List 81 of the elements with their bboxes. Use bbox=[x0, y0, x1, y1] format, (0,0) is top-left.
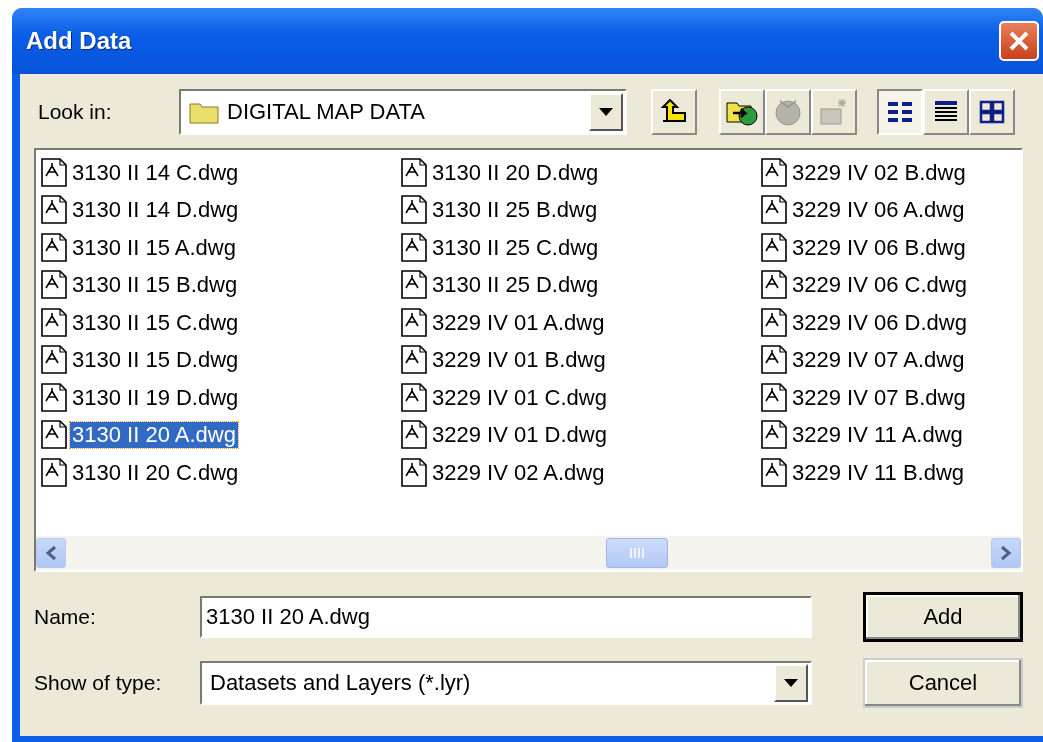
name-field[interactable]: 3130 II 20 A.dwg bbox=[200, 596, 812, 638]
file-item[interactable]: 3130 II 25 C.dwg bbox=[400, 229, 760, 267]
file-item[interactable]: 3229 IV 01 C.dwg bbox=[400, 379, 760, 417]
file-item[interactable]: 3130 II 20 A.dwg bbox=[40, 416, 400, 454]
close-button[interactable] bbox=[999, 21, 1039, 61]
file-item[interactable]: 3130 II 20 D.dwg bbox=[400, 154, 760, 192]
drawing-file-icon bbox=[760, 270, 788, 301]
file-item[interactable]: 3130 II 15 A.dwg bbox=[40, 229, 400, 267]
close-icon bbox=[1008, 30, 1030, 52]
drawing-file-icon bbox=[400, 157, 428, 188]
add-button[interactable]: Add bbox=[863, 592, 1023, 642]
grip-icon bbox=[629, 548, 645, 558]
drawing-file-icon bbox=[400, 457, 428, 488]
drawing-file-icon bbox=[40, 270, 68, 301]
drawing-file-icon bbox=[760, 345, 788, 376]
file-item[interactable]: 3229 IV 01 D.dwg bbox=[400, 416, 760, 454]
window-title: Add Data bbox=[26, 27, 132, 55]
dropdown-button[interactable] bbox=[774, 664, 808, 702]
file-item[interactable]: 3130 II 14 D.dwg bbox=[40, 191, 400, 229]
drawing-file-icon bbox=[760, 307, 788, 338]
drawing-file-icon bbox=[760, 420, 788, 451]
file-item[interactable]: 3229 IV 02 B.dwg bbox=[760, 154, 1043, 192]
drawing-file-icon bbox=[760, 232, 788, 263]
file-item[interactable]: 3130 II 20 C.dwg bbox=[40, 454, 400, 492]
file-item[interactable]: 3229 IV 06 B.dwg bbox=[760, 229, 1043, 267]
file-item[interactable]: 3229 IV 01 A.dwg bbox=[400, 304, 760, 342]
look-in-dropdown[interactable]: DIGITAL MAP DATA bbox=[179, 89, 627, 135]
drawing-file-icon bbox=[400, 307, 428, 338]
up-folder-icon bbox=[659, 99, 689, 125]
scroll-right-button[interactable] bbox=[991, 538, 1021, 568]
drawing-file-icon bbox=[760, 457, 788, 488]
drawing-file-icon bbox=[40, 345, 68, 376]
scroll-left-button[interactable] bbox=[36, 538, 66, 568]
dropdown-button[interactable] bbox=[589, 93, 623, 131]
chevron-left-icon bbox=[45, 545, 57, 561]
file-item[interactable]: 3130 II 25 D.dwg bbox=[400, 266, 760, 304]
file-item[interactable]: 3229 IV 11 B.dwg bbox=[760, 454, 1043, 492]
file-item[interactable]: 3130 II 19 D.dwg bbox=[40, 379, 400, 417]
file-item[interactable]: 3229 IV 02 A.dwg bbox=[400, 454, 760, 492]
list-view-icon bbox=[886, 99, 914, 125]
file-item[interactable]: 3229 IV 06 A.dwg bbox=[760, 191, 1043, 229]
caret-icon bbox=[784, 679, 798, 687]
horizontal-scrollbar[interactable] bbox=[36, 536, 1021, 570]
thumbnails-view-icon bbox=[978, 99, 1006, 125]
drawing-file-icon bbox=[760, 382, 788, 413]
drawing-file-icon bbox=[400, 195, 428, 226]
drawing-file-icon bbox=[400, 232, 428, 263]
file-item[interactable]: 3130 II 15 C.dwg bbox=[40, 304, 400, 342]
caret-icon bbox=[599, 108, 613, 116]
drawing-file-icon bbox=[40, 195, 68, 226]
type-dropdown[interactable]: Datasets and Layers (*.lyr) bbox=[200, 661, 812, 705]
drawing-file-icon bbox=[400, 270, 428, 301]
file-item[interactable]: 3130 II 14 C.dwg bbox=[40, 154, 400, 192]
file-item[interactable]: 3229 IV 07 B.dwg bbox=[760, 379, 1043, 417]
name-label: Name: bbox=[34, 605, 97, 629]
drawing-file-icon bbox=[760, 195, 788, 226]
chevron-right-icon bbox=[1000, 545, 1012, 561]
drawing-file-icon bbox=[400, 420, 428, 451]
drawing-file-icon bbox=[40, 382, 68, 413]
folder-icon bbox=[189, 100, 219, 124]
file-item[interactable]: 3229 IV 07 A.dwg bbox=[760, 341, 1043, 379]
drawing-file-icon bbox=[40, 457, 68, 488]
file-item[interactable]: 3130 II 15 D.dwg bbox=[40, 341, 400, 379]
file-item[interactable]: 3130 II 15 B.dwg bbox=[40, 266, 400, 304]
file-item[interactable]: 3229 IV 06 C.dwg bbox=[760, 266, 1043, 304]
drawing-file-icon bbox=[760, 157, 788, 188]
cancel-button[interactable]: Cancel bbox=[863, 658, 1023, 708]
drawing-file-icon bbox=[40, 232, 68, 263]
type-label: Show of type: bbox=[34, 671, 163, 695]
file-item[interactable]: 3229 IV 06 D.dwg bbox=[760, 304, 1043, 342]
drawing-file-icon bbox=[400, 382, 428, 413]
drawing-file-icon bbox=[40, 157, 68, 188]
toolbar-button[interactable] bbox=[877, 89, 923, 135]
drawing-file-icon bbox=[400, 345, 428, 376]
drawing-file-icon bbox=[40, 307, 68, 338]
file-item[interactable]: 3130 II 25 B.dwg bbox=[400, 191, 760, 229]
drawing-file-icon bbox=[40, 420, 68, 451]
look-in-label: Look in: bbox=[37, 100, 113, 124]
scrollbar-thumb[interactable] bbox=[606, 538, 668, 568]
file-item[interactable]: 3229 IV 01 B.dwg bbox=[400, 341, 760, 379]
file-item[interactable]: 3229 IV 11 A.dwg bbox=[760, 416, 1043, 454]
